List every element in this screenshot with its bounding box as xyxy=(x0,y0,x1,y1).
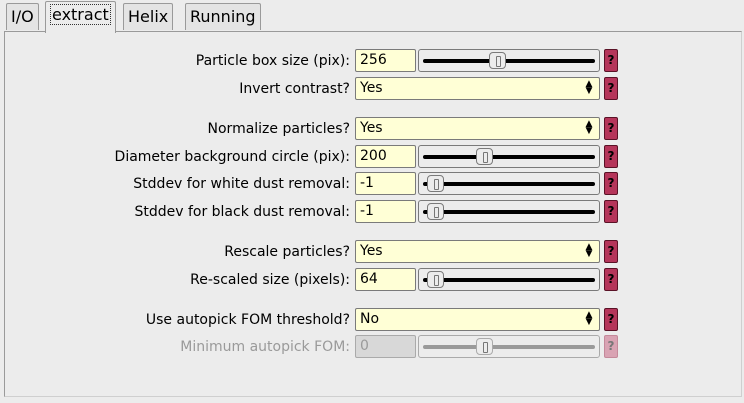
bg-diameter-input[interactable]: 200 xyxy=(355,145,416,168)
updown-arrow-icon: ▲ ▼ xyxy=(585,119,593,136)
autopick-fom-label: Use autopick FOM threshold? xyxy=(145,312,350,328)
updown-arrow-icon: ▲ ▼ xyxy=(585,310,593,327)
normalize-label: Normalize particles? xyxy=(207,121,350,137)
autopick-fom-row: Use autopick FOM threshold? No ▲ ▼ ? xyxy=(0,308,744,332)
min-fom-slider xyxy=(418,335,600,358)
tab-extract[interactable]: extract xyxy=(45,1,116,33)
normalize-row: Normalize particles? Yes ▲ ▼ ? xyxy=(0,117,744,141)
help-button[interactable]: ? xyxy=(604,145,618,168)
box-size-row: Particle box size (pix): 256 ? xyxy=(0,49,744,73)
help-button: ? xyxy=(604,335,618,358)
updown-arrow-icon: ▲ ▼ xyxy=(585,242,593,259)
help-button[interactable]: ? xyxy=(604,268,618,291)
rescaled-size-row: Re-scaled size (pixels): 64 ? xyxy=(0,268,744,292)
box-size-input[interactable]: 256 xyxy=(355,49,416,72)
white-dust-label: Stddev for white dust removal: xyxy=(133,176,350,192)
slider-thumb[interactable] xyxy=(427,271,444,288)
bg-diameter-row: Diameter background circle (pix): 200 ? xyxy=(0,145,744,169)
slider-thumb[interactable] xyxy=(427,175,444,192)
select-value: Yes xyxy=(360,243,383,259)
tab-bar: I/O extract Helix Running xyxy=(0,0,744,33)
tab-running[interactable]: Running xyxy=(185,3,261,30)
autopick-fom-select[interactable]: No ▲ ▼ xyxy=(355,308,600,331)
normalize-select[interactable]: Yes ▲ ▼ xyxy=(355,117,600,140)
min-fom-label: Minimum autopick FOM: xyxy=(180,339,350,355)
tab-io[interactable]: I/O xyxy=(6,3,39,30)
white-dust-row: Stddev for white dust removal: -1 ? xyxy=(0,172,744,196)
min-fom-input: 0 xyxy=(355,335,416,358)
tab-helix[interactable]: Helix xyxy=(123,3,174,30)
invert-contrast-select[interactable]: Yes ▲ ▼ xyxy=(355,77,600,100)
slider-thumb[interactable] xyxy=(488,52,506,69)
rescale-select[interactable]: Yes ▲ ▼ xyxy=(355,240,600,263)
white-dust-slider[interactable] xyxy=(418,172,600,195)
black-dust-input[interactable]: -1 xyxy=(355,200,416,223)
bg-diameter-label: Diameter background circle (pix): xyxy=(114,149,350,165)
help-button[interactable]: ? xyxy=(604,200,618,223)
help-button[interactable]: ? xyxy=(604,49,618,72)
slider-thumb[interactable] xyxy=(427,203,444,220)
black-dust-label: Stddev for black dust removal: xyxy=(134,204,350,220)
updown-arrow-icon: ▲ ▼ xyxy=(585,79,593,96)
rescale-row: Rescale particles? Yes ▲ ▼ ? xyxy=(0,240,744,264)
help-button[interactable]: ? xyxy=(604,240,618,263)
help-button[interactable]: ? xyxy=(604,117,618,140)
min-fom-row: Minimum autopick FOM: 0 ? xyxy=(0,335,744,359)
invert-contrast-label: Invert contrast? xyxy=(239,81,350,97)
white-dust-input[interactable]: -1 xyxy=(355,172,416,195)
help-button[interactable]: ? xyxy=(604,77,618,100)
black-dust-slider[interactable] xyxy=(418,200,600,223)
select-value: Yes xyxy=(360,120,383,136)
select-value: Yes xyxy=(360,80,383,96)
rescaled-size-label: Re-scaled size (pixels): xyxy=(190,272,350,288)
bg-diameter-slider[interactable] xyxy=(418,145,600,168)
invert-contrast-row: Invert contrast? Yes ▲ ▼ ? xyxy=(0,77,744,101)
help-button[interactable]: ? xyxy=(604,308,618,331)
select-value: No xyxy=(360,311,380,327)
box-size-slider[interactable] xyxy=(418,49,600,72)
rescaled-size-input[interactable]: 64 xyxy=(355,268,416,291)
help-button[interactable]: ? xyxy=(604,172,618,195)
rescale-label: Rescale particles? xyxy=(224,244,350,260)
slider-thumb[interactable] xyxy=(475,148,493,165)
slider-thumb xyxy=(475,338,493,355)
box-size-label: Particle box size (pix): xyxy=(195,53,350,69)
black-dust-row: Stddev for black dust removal: -1 ? xyxy=(0,200,744,224)
rescaled-size-slider[interactable] xyxy=(418,268,600,291)
